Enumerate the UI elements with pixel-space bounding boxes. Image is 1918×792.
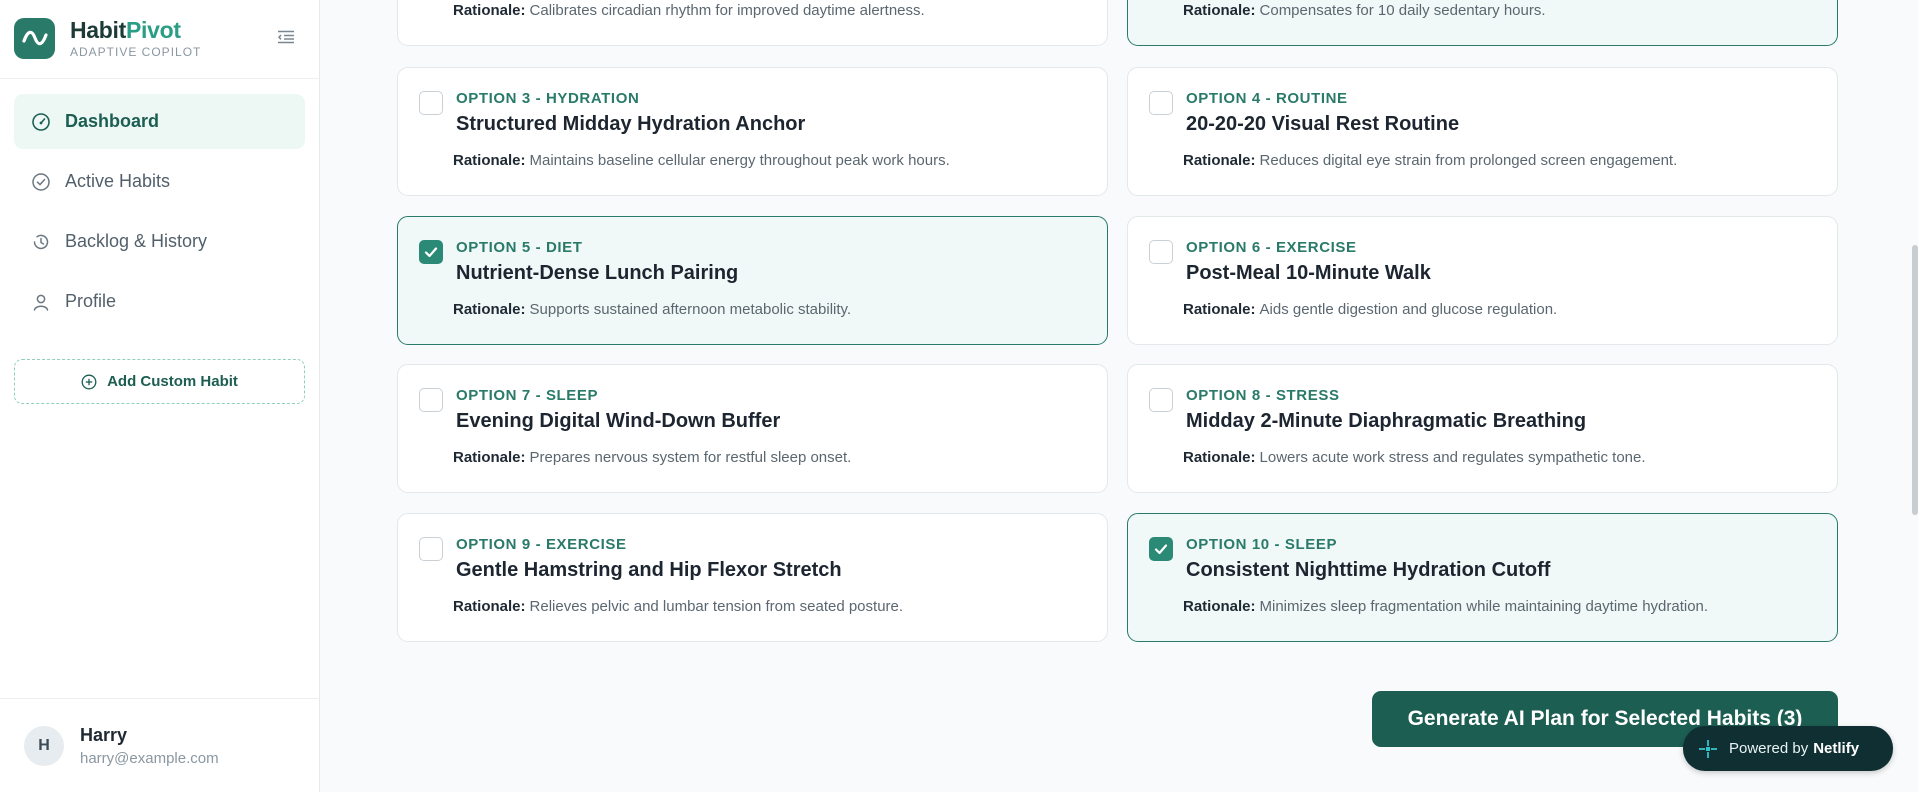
option-rationale: Rationale: Aids gentle digestion and gluc… (1183, 301, 1558, 318)
brand-name: HabitPivot (70, 17, 181, 43)
option-checkbox[interactable] (1149, 388, 1173, 412)
wave-icon (14, 17, 55, 59)
sidebar-divider (0, 78, 320, 79)
option-rationale: Rationale: Supports sustained afternoon m… (453, 301, 852, 318)
habit-option-card[interactable]: OPTION 6 - EXERCISE Post-Meal 10-Minute … (1127, 216, 1838, 345)
gauge-icon (30, 111, 52, 133)
add-custom-habit-button[interactable]: Add Custom Habit (14, 359, 305, 404)
option-category-label: OPTION 8 - STRESS (1186, 387, 1340, 404)
option-title: Evening Digital Wind-Down Buffer (456, 410, 781, 432)
sidebar-item-label: Profile (65, 291, 117, 311)
option-category-label: OPTION 6 - EXERCISE (1186, 239, 1357, 256)
option-title: Nutrient-Dense Lunch Pairing (456, 262, 739, 284)
option-title: Gentle Hamstring and Hip Flexor Stretch (456, 559, 842, 581)
option-checkbox[interactable] (419, 537, 443, 561)
habit-option-card[interactable]: OPTION 5 - DIET Nutrient-Dense Lunch Pai… (397, 216, 1108, 345)
checkmark-icon (1154, 544, 1168, 555)
user-name: Harry (80, 725, 128, 745)
brand-subtitle: ADAPTIVE COPILOT (70, 45, 202, 59)
menu-collapse-icon[interactable] (276, 27, 296, 47)
option-rationale: Rationale: Maintains baseline cellular en… (453, 152, 950, 169)
netlify-brand: Netlify (1813, 740, 1860, 757)
option-checkbox[interactable] (419, 91, 443, 115)
option-rationale: Rationale: Compensates for 10 daily seden… (1183, 2, 1546, 19)
check-circle-icon (30, 171, 52, 193)
habit-option-card[interactable]: OPTION 3 - HYDRATION Structured Midday H… (397, 67, 1108, 196)
option-rationale: Rationale: Calibrates circadian rhythm fo… (453, 2, 925, 19)
sidebar-nav: Dashboard Active Habits Backlog & Histor… (14, 94, 305, 334)
netlify-badge[interactable]: Powered by Netlify (1683, 726, 1893, 771)
option-category-label: OPTION 3 - HYDRATION (456, 90, 640, 107)
option-rationale: Rationale: Relieves pelvic and lumbar ten… (453, 598, 904, 615)
habit-option-card[interactable]: OPTION 9 - EXERCISE Gentle Hamstring and… (397, 513, 1108, 642)
habit-option-card[interactable]: OPTION 10 - SLEEP Consistent Nighttime H… (1127, 513, 1838, 642)
checkmark-icon (424, 247, 438, 258)
habit-option-card[interactable]: OPTION 8 - STRESS Midday 2-Minute Diaphr… (1127, 364, 1838, 493)
user-profile[interactable]: H Harry harry@example.com (24, 725, 219, 767)
option-rationale: Rationale: Reduces digital eye strain fro… (1183, 152, 1678, 169)
scrollbar[interactable] (1912, 245, 1918, 515)
sidebar-item-label: Active Habits (65, 171, 171, 191)
sidebar-item-active-habits[interactable]: Active Habits (14, 154, 305, 209)
sidebar-item-label: Backlog & History (65, 231, 208, 251)
habit-option-card-partial[interactable]: Rationale: Compensates for 10 daily seden… (1127, 0, 1838, 46)
option-title: Structured Midday Hydration Anchor (456, 113, 806, 135)
plus-circle-icon (81, 374, 97, 390)
option-checkbox[interactable] (419, 388, 443, 412)
option-checkbox[interactable] (1149, 537, 1173, 561)
option-category-label: OPTION 10 - SLEEP (1186, 536, 1338, 553)
option-category-label: OPTION 7 - SLEEP (456, 387, 599, 404)
option-rationale: Rationale: Lowers acute work stress and r… (1183, 449, 1646, 466)
option-title: Post-Meal 10-Minute Walk (1186, 262, 1431, 284)
option-title: Consistent Nighttime Hydration Cutoff (1186, 559, 1551, 581)
user-divider (0, 698, 320, 699)
option-title: Midday 2-Minute Diaphragmatic Breathing (1186, 410, 1587, 432)
habit-option-card[interactable]: OPTION 7 - SLEEP Evening Digital Wind-Do… (397, 364, 1108, 493)
habit-option-card[interactable]: OPTION 4 - ROUTINE 20-20-20 Visual Rest … (1127, 67, 1838, 196)
history-icon (30, 231, 52, 253)
option-checkbox[interactable] (419, 240, 443, 264)
sidebar: HabitPivot ADAPTIVE COPILOT Dashboard Ac… (0, 0, 320, 792)
option-rationale: Rationale: Prepares nervous system for re… (453, 449, 852, 466)
sidebar-item-label: Dashboard (65, 111, 160, 131)
netlify-icon (1697, 738, 1719, 760)
add-custom-habit-label: Add Custom Habit (107, 373, 238, 390)
option-category-label: OPTION 4 - ROUTINE (1186, 90, 1348, 107)
option-category-label: OPTION 5 - DIET (456, 239, 583, 256)
user-icon (30, 291, 52, 313)
avatar: H (24, 726, 64, 766)
sidebar-item-backlog-history[interactable]: Backlog & History (14, 214, 305, 269)
option-title: 20-20-20 Visual Rest Routine (1186, 113, 1460, 135)
habit-option-card-partial[interactable]: Rationale: Calibrates circadian rhythm fo… (397, 0, 1108, 46)
brand[interactable]: HabitPivot ADAPTIVE COPILOT (14, 17, 201, 59)
sidebar-item-profile[interactable]: Profile (14, 274, 305, 329)
netlify-prefix: Powered by (1729, 740, 1809, 757)
user-email: harry@example.com (80, 750, 219, 767)
sidebar-item-dashboard[interactable]: Dashboard (14, 94, 305, 149)
option-checkbox[interactable] (1149, 91, 1173, 115)
option-rationale: Rationale: Minimizes sleep fragmentation … (1183, 598, 1709, 615)
option-category-label: OPTION 9 - EXERCISE (456, 536, 627, 553)
option-checkbox[interactable] (1149, 240, 1173, 264)
